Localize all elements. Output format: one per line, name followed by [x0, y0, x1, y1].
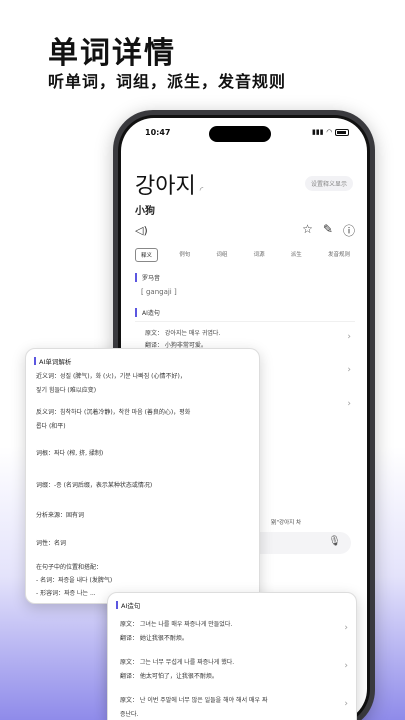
analysis-line: 词根：짜다 (榨, 挤, 揉制): [36, 450, 104, 457]
info-icon[interactable]: ⓘ: [343, 222, 355, 239]
card-header: AI造句: [108, 593, 356, 614]
tab-phrases[interactable]: 词组: [211, 248, 232, 262]
status-time: 10:47: [145, 127, 171, 137]
word-meaning: 小狗: [135, 206, 155, 217]
dynamic-island: [209, 126, 271, 142]
analysis-line: - 名词：짜증을 내다 (发脾气): [36, 577, 113, 584]
headline: 单词详情: [48, 36, 176, 71]
speaker-icon[interactable]: ◁): [135, 224, 148, 237]
status-icons: ▮▮▮ ◠: [312, 128, 349, 136]
analysis-line: 反义词：침착하다 (沉着冷静)，착한 마음 (善良的心)，평화: [36, 409, 191, 416]
accent-bar: [116, 601, 118, 609]
microphone-icon[interactable]: 🎙: [328, 536, 341, 547]
sentence-translation: 翻译： 他太可怕了，让我很不耐烦。: [120, 673, 218, 680]
card-title: AI单词解析: [39, 358, 72, 366]
battery-icon: [335, 128, 349, 136]
subline: 听单词，词组，派生，发音规则: [48, 72, 287, 91]
signal-icon: ▮▮▮: [312, 128, 324, 136]
loading-icon: ◜: [199, 186, 204, 196]
chevron-right-icon: ›: [347, 399, 351, 409]
analysis-line: 分析来源：固有词: [36, 512, 85, 519]
card-header: AI单词解析: [26, 349, 259, 370]
word-row: 강아지 ◜: [135, 168, 203, 200]
chevron-right-icon: ›: [347, 365, 351, 375]
tab-etymology[interactable]: 词源: [249, 248, 270, 262]
sentence-translation: 증난다.: [120, 711, 139, 718]
chevron-right-icon[interactable]: ›: [344, 623, 348, 633]
tab-examples[interactable]: 例句: [174, 248, 195, 262]
word-tabs: 释义 例句 词组 词源 派生 发音规则: [135, 248, 355, 262]
chevron-right-icon: ›: [347, 332, 351, 342]
star-icon[interactable]: ☆: [302, 222, 313, 239]
ai-sentence-title: AI造句: [135, 308, 160, 317]
analysis-line: 近义词：성질 (脾气)，화 (火)，기분 나빠짐 (心情不好)，: [36, 373, 186, 380]
analysis-line: 짚기 힘들다 (难以应变): [36, 387, 97, 394]
analysis-line: 词缀：-증 (名词后缀，表示某种状态或情况): [36, 482, 153, 489]
tab-definition[interactable]: 释义: [135, 248, 159, 262]
card-title: AI造句: [121, 602, 141, 610]
accent-bar: [34, 357, 36, 365]
tab-derivatives[interactable]: 派生: [286, 248, 307, 262]
chevron-right-icon[interactable]: ›: [344, 699, 348, 709]
analysis-line: 在句子中的位置和搭配：: [36, 564, 103, 571]
pron-title: 罗马音: [135, 273, 160, 282]
example-source: 原文： 강아지는 매우 귀엽다.: [145, 330, 221, 337]
ai-sentence-card: AI造句 原文： 그녀는 나를 매우 짜증나게 만들었다. 翻译： 她让我很不耐…: [107, 592, 357, 720]
analysis-line: 词性：名词: [36, 540, 67, 547]
edit-icon[interactable]: ✎: [323, 222, 333, 239]
romanization: [ gangaji ]: [141, 288, 177, 296]
display-settings-button[interactable]: 设置释义显示: [304, 176, 353, 191]
sentence-source: 原文： 그녀는 나를 매우 짜증나게 만들었다.: [120, 621, 233, 628]
wifi-icon: ◠: [326, 128, 332, 136]
chevron-right-icon[interactable]: ›: [344, 661, 348, 671]
sentence-source: 原文： 그는 너무 무섭게 나를 짜증나게 했다.: [120, 659, 235, 666]
sentence-translation: 翻译： 她让我很不耐烦。: [120, 635, 188, 642]
analysis-line: - 形容词：짜증 나는 ...: [36, 590, 96, 597]
bottom-hint: 别"강아지 차: [271, 520, 302, 526]
analysis-line: 롭다 (和平): [36, 423, 66, 430]
tab-pronunciation-rules[interactable]: 发音规则: [323, 248, 355, 262]
ai-word-analysis-card: AI单词解析 近义词：성질 (脾气)，화 (火)，기분 나빠짐 (心情不好)， …: [25, 348, 260, 604]
sentence-source: 原文： 난 이번 주말에 너무 많은 일들을 해야 해서 매우 짜: [120, 697, 268, 704]
action-row: ◁) ☆ ✎ ⓘ: [135, 222, 355, 239]
word-title: 강아지: [135, 174, 196, 199]
